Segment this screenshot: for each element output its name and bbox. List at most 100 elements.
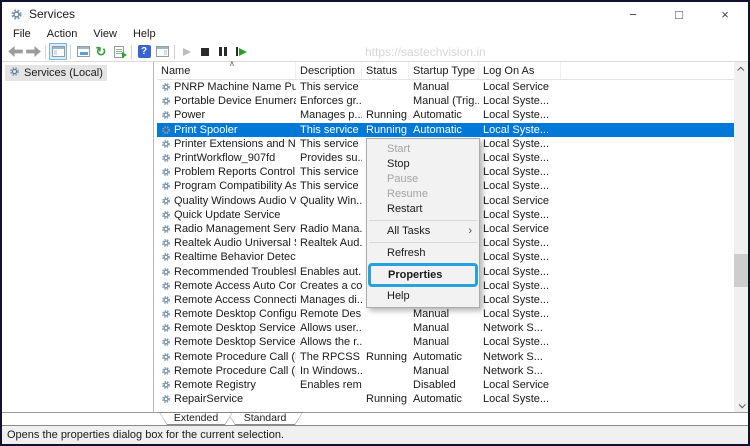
export-list-icon[interactable] — [110, 43, 128, 60]
cell: Remote Desktop Services — [157, 321, 296, 335]
cell: In Windows... — [300, 364, 362, 377]
cell: Running — [366, 109, 407, 122]
cell: Local Syste... — [483, 308, 550, 321]
status-text: Opens the properties dialog box for the … — [7, 429, 284, 441]
context-menu-item-all-tasks[interactable]: All Tasks › — [367, 224, 479, 239]
cell: Local Syste... — [483, 237, 550, 250]
cell — [362, 378, 409, 392]
restart-service-icon[interactable] — [232, 43, 250, 60]
cell: This service ... — [300, 166, 362, 179]
cell: Network S... — [483, 364, 543, 377]
cell: Disabled — [413, 379, 456, 392]
maximize-button[interactable]: □ — [656, 2, 702, 26]
cell: Running — [366, 123, 407, 136]
column-header-startup-type[interactable]: Startup Type — [409, 62, 479, 79]
column-header-status[interactable]: Status — [362, 62, 409, 79]
menu-help[interactable]: Help — [125, 28, 164, 40]
submenu-arrow-icon: › — [468, 225, 472, 237]
menu-action[interactable]: Action — [39, 28, 86, 40]
cell: Manages di... — [300, 293, 362, 306]
table-row[interactable]: Remote Desktop Services Allows user... Man… — [157, 321, 748, 335]
action-pane-icon[interactable] — [153, 43, 171, 60]
help-icon[interactable]: ? — [135, 43, 153, 60]
vertical-scrollbar[interactable] — [734, 62, 748, 412]
scroll-down-icon[interactable] — [734, 398, 748, 412]
cell: Local Syste... — [483, 166, 550, 179]
cell: Problem Reports Control Pa... — [157, 165, 296, 179]
watermark-text: https://sastechvision.in — [365, 45, 486, 59]
properties-window-icon[interactable] — [74, 43, 92, 60]
context-menu-item-refresh[interactable]: Refresh — [367, 246, 479, 261]
context-menu-item-stop[interactable]: Stop — [367, 157, 479, 172]
cell: Local Syste... — [483, 279, 550, 292]
tab-extended[interactable]: Extended — [159, 412, 233, 425]
column-header-description[interactable]: Description — [296, 62, 362, 79]
scroll-up-icon[interactable] — [734, 62, 748, 76]
cell: Local Syste... — [483, 208, 550, 221]
tab-standard[interactable]: Standard — [227, 412, 303, 425]
menu-view[interactable]: View — [85, 28, 125, 40]
cell: Remote Procedure Call (RPC) — [157, 350, 296, 364]
cell: Allows user... — [300, 322, 362, 335]
cell: Local Syste... — [483, 180, 550, 193]
forward-icon[interactable] — [24, 43, 42, 60]
cell: Remote Desktop Configurat... — [157, 307, 296, 321]
cell: Realtek Aud... — [300, 237, 362, 250]
cell — [296, 392, 362, 406]
cell: Manual — [413, 308, 450, 321]
cell — [362, 321, 409, 335]
table-row[interactable]: Power Manages p... Running Automatic Local S… — [157, 108, 748, 122]
table-row[interactable]: Remote Desktop Services U... Allows the r… — [157, 335, 748, 349]
context-menu-item-help[interactable]: Help — [367, 289, 479, 304]
scrollbar-thumb[interactable] — [734, 254, 748, 287]
context-menu-item-properties[interactable]: Properties — [368, 263, 478, 287]
cell: Automatic — [413, 350, 462, 363]
pause-service-icon[interactable] — [214, 43, 232, 60]
column-header-log-on-as[interactable]: Log On As — [479, 62, 561, 79]
context-menu-item-resume: Resume — [387, 188, 428, 200]
menu-file[interactable]: File — [5, 28, 39, 40]
cell: Program Compatibility Assi... — [157, 179, 296, 193]
cell — [362, 80, 409, 94]
sidebar-item-services-local[interactable]: Services (Local) — [5, 65, 107, 81]
cell: This service ... — [300, 123, 362, 136]
back-icon[interactable] — [6, 43, 24, 60]
console-tree-icon[interactable] — [49, 43, 67, 60]
table-row[interactable]: Remote Registry Enables rem... Disabled Loc… — [157, 378, 748, 392]
cell: Allows the r... — [300, 336, 362, 349]
table-row[interactable]: RepairService Running Automatic Local Syste… — [157, 392, 748, 406]
refresh-icon[interactable]: ↻ — [92, 43, 110, 60]
console-tree-pane: Services (Local) — [2, 62, 154, 412]
cell: Local Syste... — [483, 123, 550, 136]
cell: Network S... — [483, 350, 543, 363]
cell: Realtime Behavior Detection — [157, 250, 296, 264]
cell: Local Syste... — [483, 336, 550, 349]
services-window: Services − □ × File Action View Help ↻ ? — [0, 0, 750, 446]
table-row[interactable]: PNRP Machine Name Publi... This service .… — [157, 80, 748, 94]
table-row[interactable]: Remote Desktop Configurat... Remote Des..… — [157, 307, 748, 321]
cell: PNRP Machine Name Publi... — [157, 80, 296, 94]
cell: Local Service — [483, 379, 550, 392]
close-button[interactable]: × — [702, 2, 748, 26]
cell: Remote Des... — [300, 308, 362, 321]
menu-bar: File Action View Help — [2, 26, 748, 42]
list-header: Name ∧ Description Status Startup Type Log On… — [157, 59, 748, 80]
cell: Remote Procedure Call (RP... — [157, 364, 296, 378]
table-row[interactable]: Remote Procedure Call (RP... In Windows..… — [157, 364, 748, 378]
context-menu-item-restart[interactable]: Restart — [367, 202, 479, 217]
cell: Manual (Trig... — [413, 95, 479, 108]
cell: Creates a co... — [300, 279, 362, 292]
column-header-name[interactable]: Name ∧ — [157, 59, 296, 79]
cell: This service ... — [300, 180, 362, 193]
cell: Quick Update Service — [157, 208, 296, 222]
cell: Local Service — [483, 194, 550, 207]
cell: Running — [366, 393, 407, 406]
minimize-button[interactable]: − — [610, 2, 656, 26]
table-row[interactable]: Remote Procedure Call (RPC) The RPCSS s..… — [157, 350, 748, 364]
table-row[interactable]: Print Spooler This service ... Running Auto… — [157, 122, 748, 137]
cell: This service ... — [300, 81, 362, 94]
toolbar-separator — [131, 44, 132, 59]
table-row[interactable]: Portable Device Enumerator... Enforces gr… — [157, 94, 748, 108]
start-service-icon[interactable] — [178, 43, 196, 60]
stop-service-icon[interactable] — [196, 43, 214, 60]
